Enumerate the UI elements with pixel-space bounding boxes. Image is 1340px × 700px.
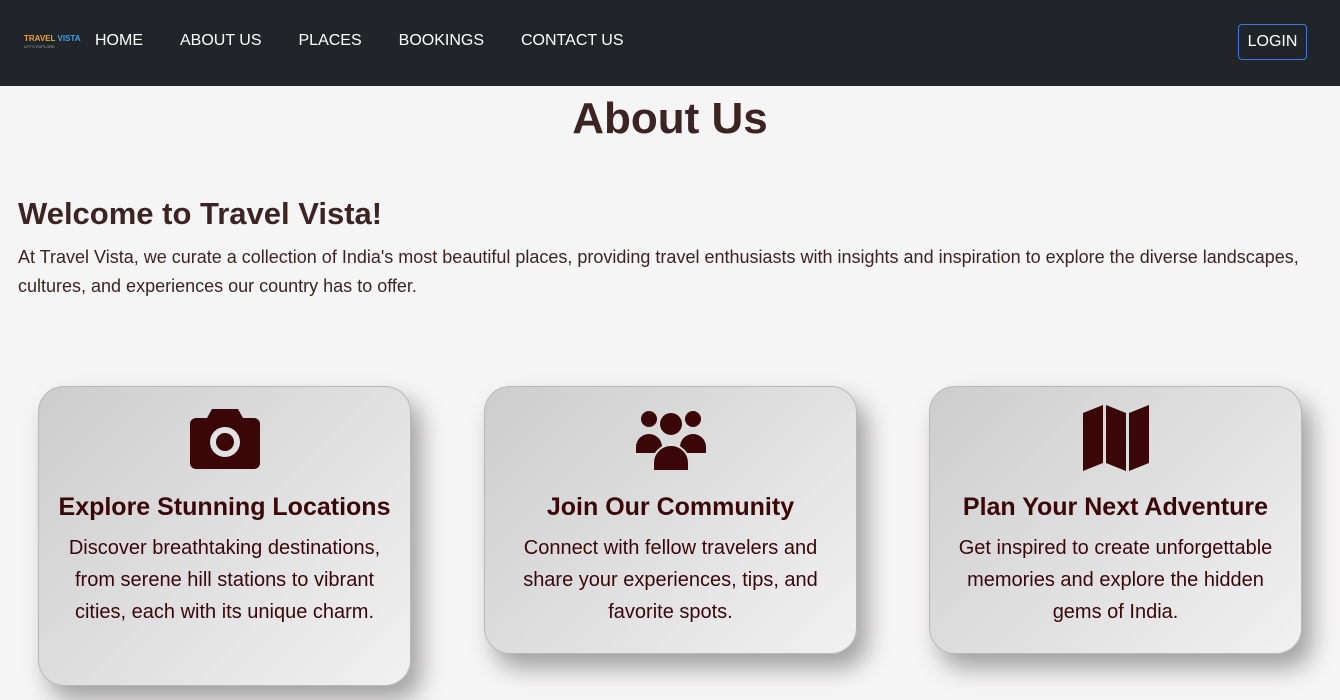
card-description: Discover breathtaking destinations, from… xyxy=(68,537,381,623)
nav-link-about-us[interactable]: ABOUT US xyxy=(180,31,262,51)
users-icon xyxy=(485,405,856,471)
card-title: Explore Stunning Locations xyxy=(58,493,391,521)
nav-link-places[interactable]: PLACES xyxy=(299,31,362,51)
nav-link-bookings[interactable]: BOOKINGS xyxy=(399,31,484,51)
nav-links: HOME ABOUT US PLACES BOOKINGS CONTACT US xyxy=(95,31,661,51)
feature-card-community: Join Our Community Connect with fellow t… xyxy=(484,386,857,654)
card-description: Get inspired to create unforgettable mem… xyxy=(958,537,1273,623)
intro-paragraph: At Travel Vista, we curate a collection … xyxy=(18,247,1299,296)
card-title: Join Our Community xyxy=(546,493,795,521)
welcome-heading: Welcome to Travel Vista! xyxy=(18,196,383,231)
feature-card-explore: Explore Stunning Locations Discover brea… xyxy=(38,386,411,686)
camera-icon xyxy=(39,405,410,471)
navbar: TRAVEL VISTA LET'S EXPLORE HOME ABOUT US… xyxy=(0,0,1340,86)
feature-card-plan: Plan Your Next Adventure Get inspired to… xyxy=(929,386,1302,654)
nav-link-contact-us[interactable]: CONTACT US xyxy=(521,31,624,51)
nav-link-home[interactable]: HOME xyxy=(95,31,143,51)
logo-line1-accent: VISTA xyxy=(57,34,81,43)
card-title: Plan Your Next Adventure xyxy=(962,493,1269,521)
logo-tagline: LET'S EXPLORE xyxy=(24,44,55,49)
login-button[interactable]: LOGIN xyxy=(1238,24,1307,60)
page-title: About Us xyxy=(572,94,768,143)
map-icon xyxy=(930,405,1301,471)
card-description: Connect with fellow travelers and share … xyxy=(523,537,818,623)
logo-line1: TRAVEL xyxy=(24,34,56,43)
logo-text: TRAVEL VISTA LET'S EXPLORE xyxy=(24,35,80,49)
travel-vista-logo[interactable]: TRAVEL VISTA LET'S EXPLORE xyxy=(22,26,80,58)
